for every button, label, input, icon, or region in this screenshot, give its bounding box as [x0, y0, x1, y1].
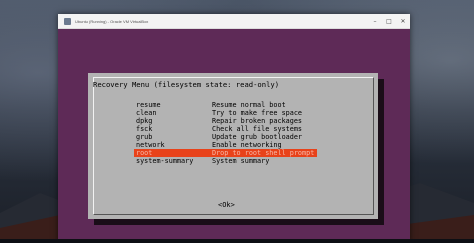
- menu-item-desc: Drop to root shell prompt: [212, 149, 315, 157]
- recovery-menu-dialog: Recovery Menu (filesystem state: read-on…: [88, 73, 378, 219]
- menu-item-fsck[interactable]: fsck Check all file systems: [134, 125, 317, 133]
- menu-item-resume[interactable]: resume Resume normal boot: [134, 101, 317, 109]
- menu-item-key: resume: [136, 101, 161, 109]
- window-controls: – □ ✕: [368, 14, 410, 28]
- vm-screen[interactable]: Recovery Menu (filesystem state: read-on…: [58, 29, 410, 243]
- menu-item-key: fsck: [136, 125, 153, 133]
- menu-item-system-summary[interactable]: system-summary System summary: [134, 157, 317, 165]
- maximize-icon[interactable]: □: [382, 14, 396, 28]
- taskbar-strip: [0, 239, 474, 243]
- menu-item-key: dpkg: [136, 117, 153, 125]
- menu-item-dpkg[interactable]: dpkg Repair broken packages: [134, 117, 317, 125]
- menu-item-clean[interactable]: clean Try to make free space: [134, 109, 317, 117]
- menu-item-key: clean: [136, 109, 157, 117]
- menu-item-desc: Enable networking: [212, 141, 282, 149]
- menu-item-key: grub: [136, 133, 153, 141]
- ok-button[interactable]: <Ok>: [218, 201, 235, 209]
- virtualbox-window: Ubuntu (Running) - Oracle VM VirtualBox …: [58, 14, 410, 243]
- menu-item-desc: System summary: [212, 157, 270, 165]
- virtualbox-app-icon: [64, 17, 71, 25]
- menu-item-network[interactable]: network Enable networking: [134, 141, 317, 149]
- menu-item-desc: Check all file systems: [212, 125, 303, 133]
- menu-item-desc: Try to make free space: [212, 109, 303, 117]
- minimize-icon[interactable]: –: [368, 14, 382, 28]
- recovery-menu-list: resume Resume normal boot clean Try to m…: [134, 101, 324, 177]
- menu-item-grub[interactable]: grub Update grub bootloader: [134, 133, 317, 141]
- menu-item-desc: Repair broken packages: [212, 117, 303, 125]
- window-title: Ubuntu (Running) - Oracle VM VirtualBox: [75, 18, 149, 24]
- menu-item-desc: Update grub bootloader: [212, 133, 303, 141]
- close-icon[interactable]: ✕: [396, 14, 410, 28]
- menu-item-key: network: [136, 141, 165, 149]
- dialog-title: Recovery Menu (filesystem state: read-on…: [93, 80, 280, 89]
- menu-item-key: system-summary: [136, 157, 194, 165]
- menu-item-root[interactable]: root Drop to root shell prompt: [134, 149, 317, 157]
- window-titlebar[interactable]: Ubuntu (Running) - Oracle VM VirtualBox …: [58, 14, 410, 29]
- menu-item-key: root: [136, 149, 153, 157]
- menu-item-desc: Resume normal boot: [212, 101, 286, 109]
